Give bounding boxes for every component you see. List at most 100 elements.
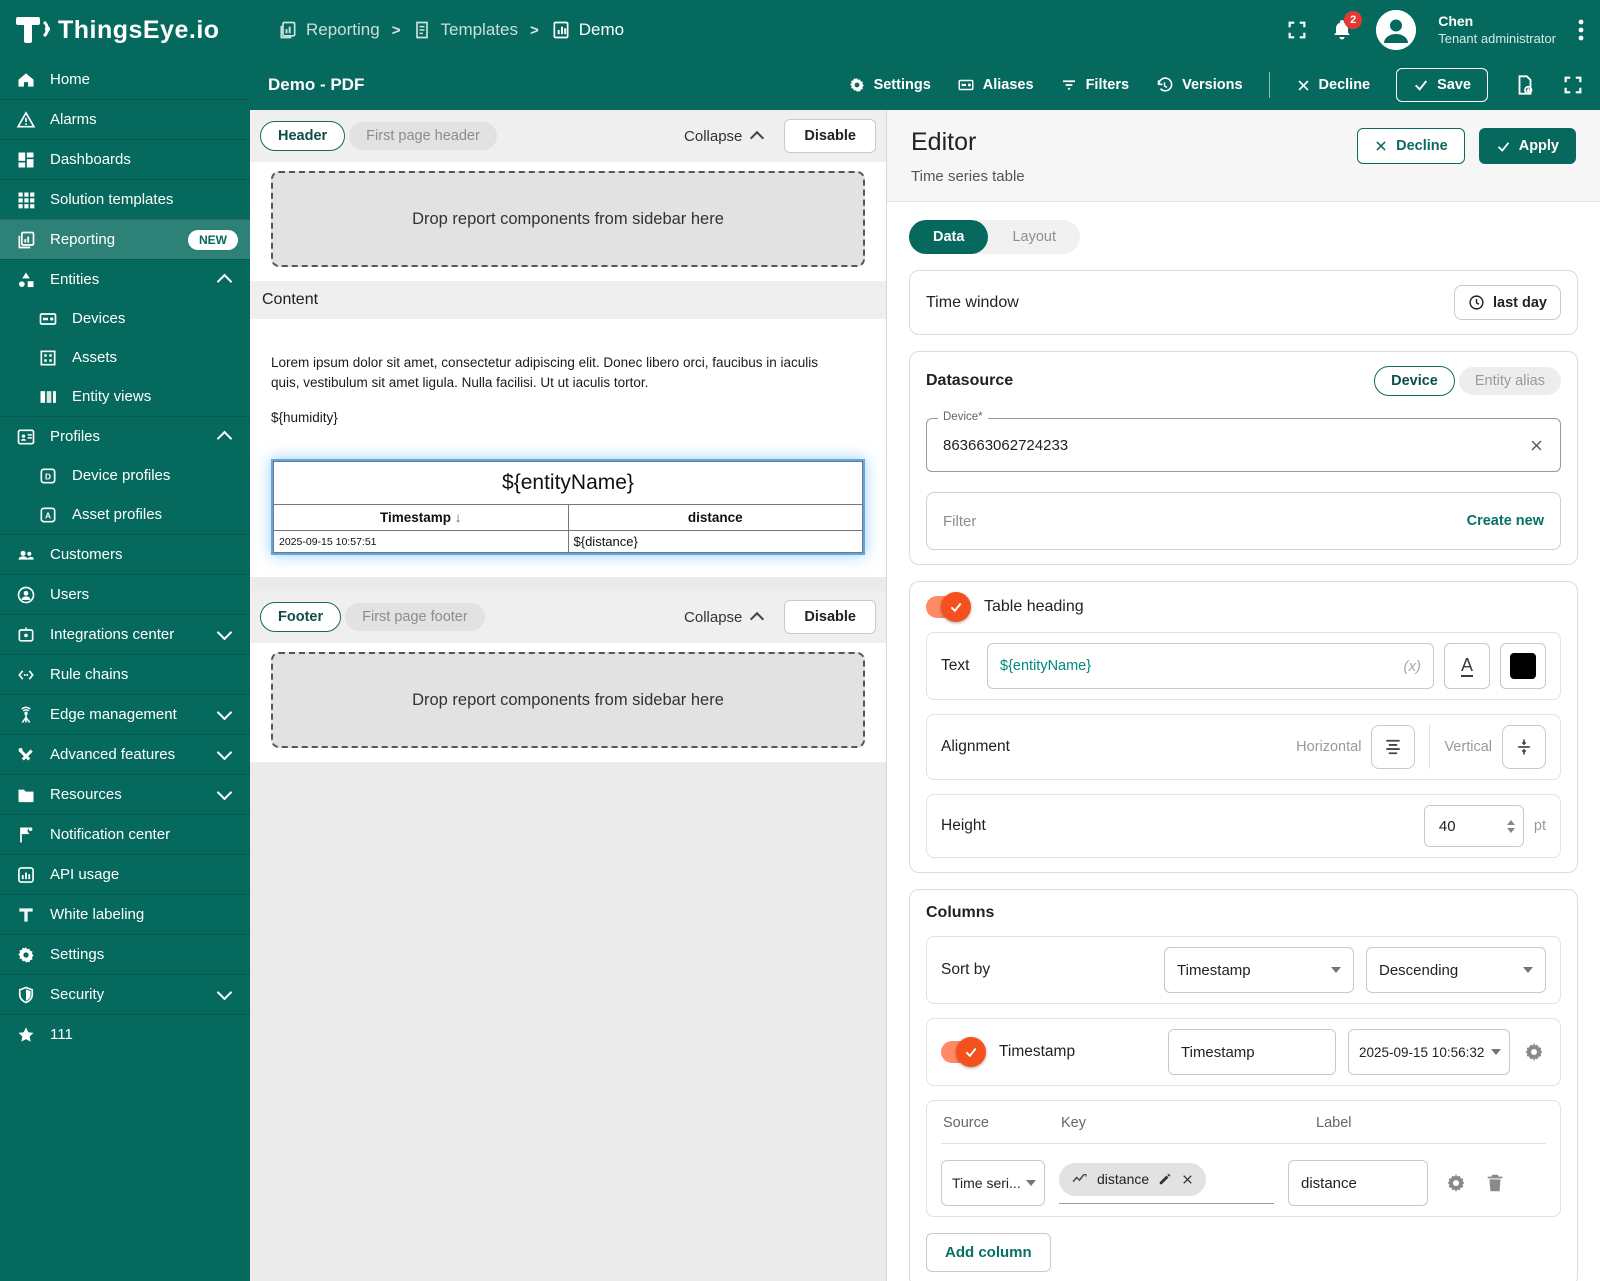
- timestamp-label-input[interactable]: [1168, 1029, 1336, 1075]
- breadcrumb-reporting[interactable]: Reporting: [278, 20, 380, 40]
- sidebar-item-white-labeling[interactable]: White labeling: [0, 894, 250, 934]
- time-window-button[interactable]: last day: [1454, 285, 1561, 320]
- sidebar-item-home[interactable]: Home: [0, 60, 250, 99]
- add-column-button[interactable]: Add column: [926, 1233, 1051, 1272]
- height-input[interactable]: [1436, 816, 1491, 836]
- first-page-footer-chip[interactable]: First page footer: [345, 603, 485, 632]
- sidebar-item-111[interactable]: 111: [0, 1014, 250, 1054]
- generate-report-icon[interactable]: [1514, 73, 1536, 97]
- sidebar-item-assets[interactable]: Assets: [0, 338, 250, 377]
- header-disable-button[interactable]: Disable: [784, 119, 876, 153]
- sidebar-item-edge-management[interactable]: Edge management: [0, 694, 250, 734]
- fullscreen-icon[interactable]: [1286, 19, 1308, 41]
- widget-table-title: ${entityName}: [273, 461, 863, 505]
- key-field[interactable]: distance: [1059, 1162, 1274, 1204]
- save-button[interactable]: Save: [1396, 68, 1488, 102]
- sidebar-item-users[interactable]: Users: [0, 574, 250, 614]
- sidebar-item-settings[interactable]: Settings: [0, 934, 250, 974]
- text-color-button[interactable]: [1500, 643, 1546, 689]
- sort-direction-select[interactable]: Descending: [1366, 947, 1546, 993]
- sidebar-item-devices[interactable]: Devices: [0, 299, 250, 338]
- kebab-menu-icon[interactable]: [1578, 18, 1584, 42]
- timestamp-settings-gear-icon[interactable]: [1522, 1040, 1546, 1064]
- breadcrumb-templates[interactable]: Templates: [412, 20, 518, 40]
- timestamp-toggle[interactable]: [941, 1037, 986, 1067]
- source-select[interactable]: Time seri...: [941, 1160, 1045, 1206]
- sidebar-item-customers[interactable]: Customers: [0, 534, 250, 574]
- expand-editor-icon[interactable]: [1562, 74, 1584, 96]
- sort-key-select[interactable]: Timestamp: [1164, 947, 1354, 993]
- remove-key-icon[interactable]: [1181, 1173, 1194, 1186]
- editor-decline-button[interactable]: Decline: [1357, 128, 1465, 164]
- versions-button[interactable]: Versions: [1155, 76, 1243, 95]
- sidebar-item-resources[interactable]: Resources: [0, 774, 250, 814]
- time-series-table-widget[interactable]: ${entityName} Timestamp ↓ distance 2025-…: [271, 459, 865, 556]
- create-new-link[interactable]: Create new: [1467, 513, 1544, 529]
- sidebar-item-advanced-features[interactable]: Advanced features: [0, 734, 250, 774]
- close-icon: [1376, 141, 1386, 151]
- sidebar-item-security[interactable]: Security: [0, 974, 250, 1014]
- footer-collapse-button[interactable]: Collapse: [684, 609, 765, 627]
- sidebar-item-notification-center[interactable]: Notification center: [0, 814, 250, 854]
- function-icon[interactable]: (x): [1404, 658, 1422, 675]
- clear-icon[interactable]: [1529, 438, 1544, 453]
- sidebar-item-integrations-center[interactable]: Integrations center: [0, 614, 250, 654]
- delete-column-trash-icon[interactable]: [1484, 1171, 1506, 1195]
- vertical-align-button[interactable]: [1502, 725, 1546, 769]
- sidebar-item-reporting[interactable]: Reporting NEW: [0, 219, 250, 259]
- sidebar-item-solution-templates[interactable]: Solution templates: [0, 179, 250, 219]
- height-stepper[interactable]: [1423, 805, 1524, 847]
- filter-field[interactable]: Filter Create new: [926, 492, 1561, 550]
- asset-profiles-icon: A: [40, 507, 56, 522]
- avatar[interactable]: [1376, 10, 1417, 50]
- key-chip[interactable]: distance: [1059, 1162, 1207, 1196]
- sidebar-item-api-usage[interactable]: API usage: [0, 854, 250, 894]
- footer-dropzone[interactable]: Drop report components from sidebar here: [271, 652, 865, 749]
- timestamp-format-select[interactable]: 2025-09-15 10:56:32: [1348, 1029, 1510, 1075]
- device-field-label: Device*: [938, 411, 988, 423]
- sidebar-item-entities[interactable]: Entities: [0, 259, 250, 299]
- sidebar-item-asset-profiles[interactable]: A Asset profiles: [0, 495, 250, 534]
- filters-button[interactable]: Filters: [1060, 76, 1129, 94]
- edit-pencil-icon[interactable]: [1158, 1172, 1172, 1186]
- tab-layout[interactable]: Layout: [988, 220, 1080, 254]
- header-page-area: Drop report components from sidebar here: [250, 162, 886, 281]
- stepper-arrows[interactable]: [1506, 819, 1515, 833]
- notifications-bell-icon[interactable]: 2: [1330, 11, 1363, 42]
- breadcrumb-demo[interactable]: Demo: [551, 20, 624, 40]
- humidity-variable[interactable]: ${humidity}: [271, 410, 865, 425]
- logo[interactable]: ThingsEye.io: [0, 13, 250, 47]
- font-settings-button[interactable]: A: [1444, 643, 1490, 689]
- chevron-down-icon: [216, 624, 233, 641]
- datasource-type-entity-alias[interactable]: Entity alias: [1458, 367, 1561, 395]
- first-page-header-chip[interactable]: First page header: [349, 122, 497, 150]
- header-chip[interactable]: Header: [260, 121, 346, 151]
- header-collapse-button[interactable]: Collapse: [684, 128, 765, 146]
- sidebar-item-device-profiles[interactable]: D Device profiles: [0, 456, 250, 495]
- decline-button[interactable]: Decline: [1296, 77, 1370, 93]
- column-settings-gear-icon[interactable]: [1444, 1171, 1468, 1195]
- footer-chip[interactable]: Footer: [260, 602, 342, 633]
- device-field[interactable]: Device* 863663062724233: [926, 411, 1561, 472]
- datasource-type-device[interactable]: Device: [1374, 366, 1455, 396]
- heading-text-input[interactable]: ${entityName} (x): [987, 643, 1434, 689]
- report-paragraph[interactable]: Lorem ipsum dolor sit amet, consectetur …: [271, 353, 837, 392]
- table-heading-toggle[interactable]: [926, 592, 971, 622]
- sidebar-item-profiles[interactable]: Profiles: [0, 416, 250, 456]
- aliases-button[interactable]: Aliases: [957, 76, 1034, 94]
- sidebar-item-dashboards[interactable]: Dashboards: [0, 139, 250, 179]
- footer-disable-button[interactable]: Disable: [784, 600, 876, 635]
- topbar-actions: 2 Chen Tenant administrator: [1286, 10, 1600, 50]
- tab-data[interactable]: Data: [909, 220, 989, 254]
- horizontal-align-button[interactable]: [1371, 725, 1416, 769]
- sidebar-item-entity-views[interactable]: Entity views: [0, 377, 250, 416]
- user-name: Chen: [1438, 13, 1474, 30]
- header-dropzone[interactable]: Drop report components from sidebar here: [271, 171, 865, 267]
- sidebar-item-rule-chains[interactable]: Rule chains: [0, 654, 250, 694]
- editor-apply-button[interactable]: Apply: [1478, 128, 1576, 164]
- sidebar-item-alarms[interactable]: Alarms: [0, 99, 250, 139]
- user-info[interactable]: Chen Tenant administrator: [1438, 13, 1556, 47]
- settings-button[interactable]: Settings: [848, 76, 931, 94]
- label-input[interactable]: [1288, 1160, 1428, 1206]
- content-page-area: Lorem ipsum dolor sit amet, consectetur …: [250, 319, 886, 578]
